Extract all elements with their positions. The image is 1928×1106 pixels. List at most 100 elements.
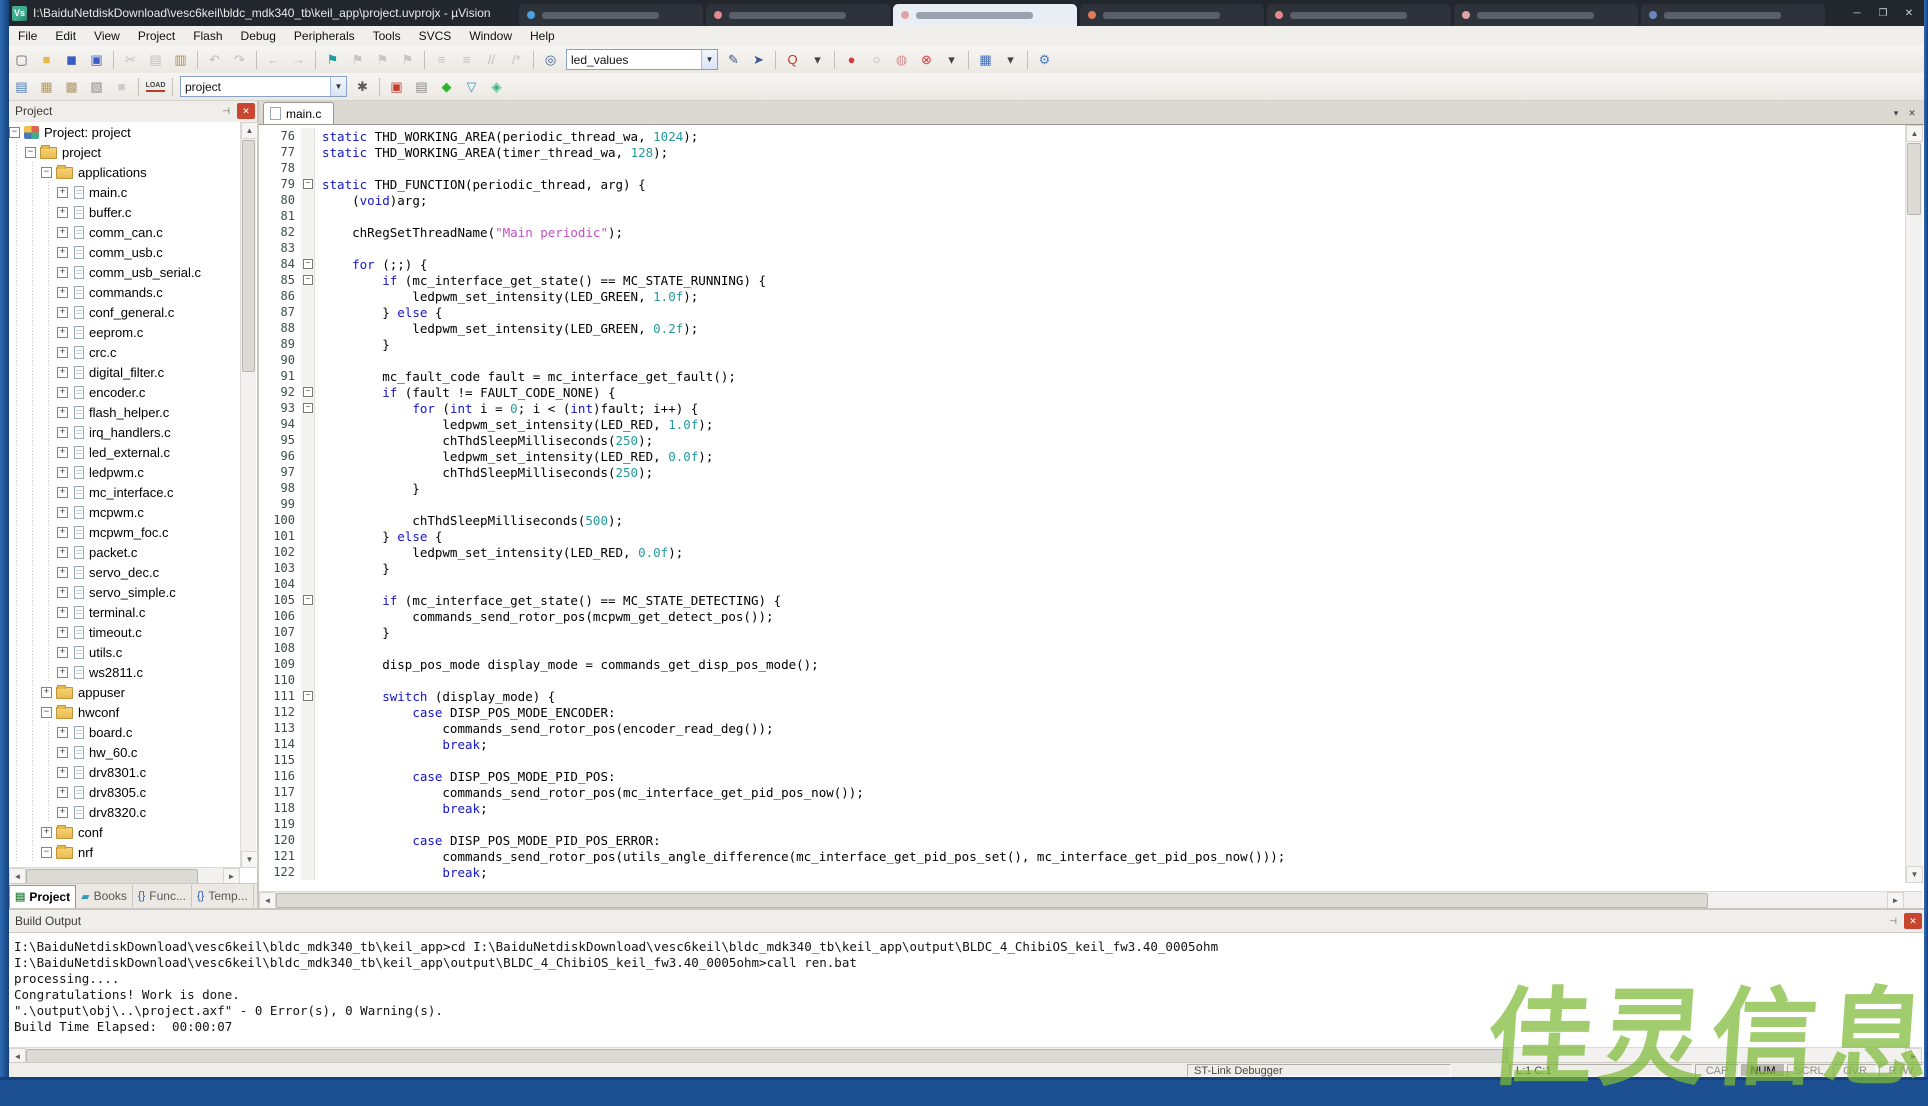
tree-item-main-c[interactable]: +main.c [9,182,240,202]
background-tab[interactable] [706,4,890,26]
background-tab[interactable] [1080,4,1264,26]
close-icon[interactable]: ✕ [1904,913,1922,929]
editor-tab-main-c[interactable]: main.c [263,102,334,124]
expand-icon[interactable]: + [57,247,68,258]
expand-icon[interactable]: + [57,787,68,798]
fold-marker[interactable]: − [301,272,315,288]
tree-item-flash-helper-c[interactable]: +flash_helper.c [9,402,240,422]
scroll-down-icon[interactable]: ▼ [1906,866,1923,883]
code-line[interactable]: 119 [259,816,1904,832]
tree-item-ledpwm-c[interactable]: +ledpwm.c [9,462,240,482]
tree-item-crc-c[interactable]: +crc.c [9,342,240,362]
collapse-icon[interactable]: − [303,691,313,701]
menu-flash[interactable]: Flash [184,27,231,45]
tree-item-irq-handlers-c[interactable]: +irq_handlers.c [9,422,240,442]
collapse-icon[interactable]: − [9,127,20,138]
paste-button[interactable]: ▥ [169,49,192,71]
expand-icon[interactable]: + [57,407,68,418]
expand-icon[interactable]: + [57,647,68,658]
tree-item-hw-60-c[interactable]: +hw_60.c [9,742,240,762]
menu-project[interactable]: Project [129,27,184,45]
scroll-thumb[interactable] [26,869,198,884]
tree-item-digital-filter-c[interactable]: +digital_filter.c [9,362,240,382]
editor[interactable]: main.c ▾ ✕ 76static THD_WORKING_AREA(per… [259,100,1924,908]
code-line[interactable]: 105− if (mc_interface_get_state() == MC_… [259,592,1904,608]
kill-all-breakpoints-button[interactable]: ⊗ [915,49,938,71]
menu-view[interactable]: View [85,27,129,45]
expand-icon[interactable]: + [57,447,68,458]
menu-edit[interactable]: Edit [46,27,85,45]
expand-icon[interactable]: + [57,727,68,738]
menu-debug[interactable]: Debug [232,27,285,45]
tree-item-servo-dec-c[interactable]: +servo_dec.c [9,562,240,582]
tree-item-commands-c[interactable]: +commands.c [9,282,240,302]
window-layout-button[interactable]: ▦ [974,49,997,71]
collapse-icon[interactable]: − [41,847,52,858]
code-line[interactable]: 94 ledpwm_set_intensity(LED_RED, 1.0f); [259,416,1904,432]
expand-icon[interactable]: + [57,187,68,198]
pin-icon[interactable]: ⊣ [217,103,235,119]
code-line[interactable]: 115 [259,752,1904,768]
expand-icon[interactable]: + [41,827,52,838]
tree-item-nrf[interactable]: −nrf [9,842,240,862]
tree-item-packet-c[interactable]: +packet.c [9,542,240,562]
tree-item-buffer-c[interactable]: +buffer.c [9,202,240,222]
code-line[interactable]: 102 ledpwm_set_intensity(LED_RED, 0.0f); [259,544,1904,560]
select-packs-button[interactable]: ▽ [460,76,483,98]
expand-icon[interactable]: + [41,687,52,698]
code-line[interactable]: 80 (void)arg; [259,192,1904,208]
expand-icon[interactable]: + [57,547,68,558]
code-line[interactable]: 107 } [259,624,1904,640]
fold-marker[interactable]: − [301,688,315,704]
tree-item-utils-c[interactable]: +utils.c [9,642,240,662]
chevron-down-icon[interactable]: ▼ [701,50,717,69]
expand-icon[interactable]: + [57,327,68,338]
code-line[interactable]: 96 ledpwm_set_intensity(LED_RED, 0.0f); [259,448,1904,464]
code-line[interactable]: 85− if (mc_interface_get_state() == MC_S… [259,272,1904,288]
code-line[interactable]: 88 ledpwm_set_intensity(LED_GREEN, 0.2f)… [259,320,1904,336]
editor-tab-close-icon[interactable]: ✕ [1904,105,1920,121]
build-button[interactable]: ▦ [35,76,58,98]
code-line[interactable]: 106 commands_send_rotor_pos(mcpwm_get_de… [259,608,1904,624]
code-line[interactable]: 99 [259,496,1904,512]
pack-installer-button[interactable]: ◈ [485,76,508,98]
expand-icon[interactable]: + [57,307,68,318]
collapse-icon[interactable]: − [303,275,313,285]
code-line[interactable]: 108 [259,640,1904,656]
code-line[interactable]: 121 commands_send_rotor_pos(utils_angle_… [259,848,1904,864]
find-in-files-button[interactable]: ◎ [539,49,562,71]
translate-button[interactable]: ▤ [10,76,33,98]
code-line[interactable]: 120 case DISP_POS_MODE_PID_POS_ERROR: [259,832,1904,848]
find-scope-dropdown[interactable]: ▾ [806,49,829,71]
tree-item-servo-simple-c[interactable]: +servo_simple.c [9,582,240,602]
code-line[interactable]: 82 chRegSetThreadName("Main periodic"); [259,224,1904,240]
download-flash-button[interactable]: LOAD [144,76,167,98]
expand-icon[interactable]: + [57,467,68,478]
scroll-up-icon[interactable]: ▲ [241,122,258,139]
manage-project-items-button[interactable]: ▣ [385,76,408,98]
code-line[interactable]: 113 commands_send_rotor_pos(encoder_read… [259,720,1904,736]
expand-icon[interactable]: + [57,387,68,398]
code-line[interactable]: 112 case DISP_POS_MODE_ENCODER: [259,704,1904,720]
find-scope-button[interactable]: Q [781,49,804,71]
menu-tools[interactable]: Tools [364,27,410,45]
tree-item-mcpwm-foc-c[interactable]: +mcpwm_foc.c [9,522,240,542]
incremental-find-button[interactable]: ➤ [747,49,770,71]
menu-file[interactable]: File [9,27,46,45]
code-line[interactable]: 83 [259,240,1904,256]
panel-tab-project[interactable]: ▤Project [9,885,76,908]
tree-item-appuser[interactable]: +appuser [9,682,240,702]
code-line[interactable]: 100 chThdSleepMilliseconds(500); [259,512,1904,528]
code-line[interactable]: 98 } [259,480,1904,496]
expand-icon[interactable]: + [57,487,68,498]
tree-item-applications[interactable]: −applications [9,162,240,182]
collapse-icon[interactable]: − [41,707,52,718]
expand-icon[interactable]: + [57,807,68,818]
fold-marker[interactable]: − [301,256,315,272]
editor-hscrollbar[interactable]: ◄► [259,891,1922,908]
expand-icon[interactable]: + [57,607,68,618]
scroll-thumb[interactable] [1907,143,1921,215]
panel-tab-func[interactable]: {}Func... [133,885,192,907]
insert-bookmark-button[interactable]: ⚑ [321,49,344,71]
tree-item-mcpwm-c[interactable]: +mcpwm.c [9,502,240,522]
